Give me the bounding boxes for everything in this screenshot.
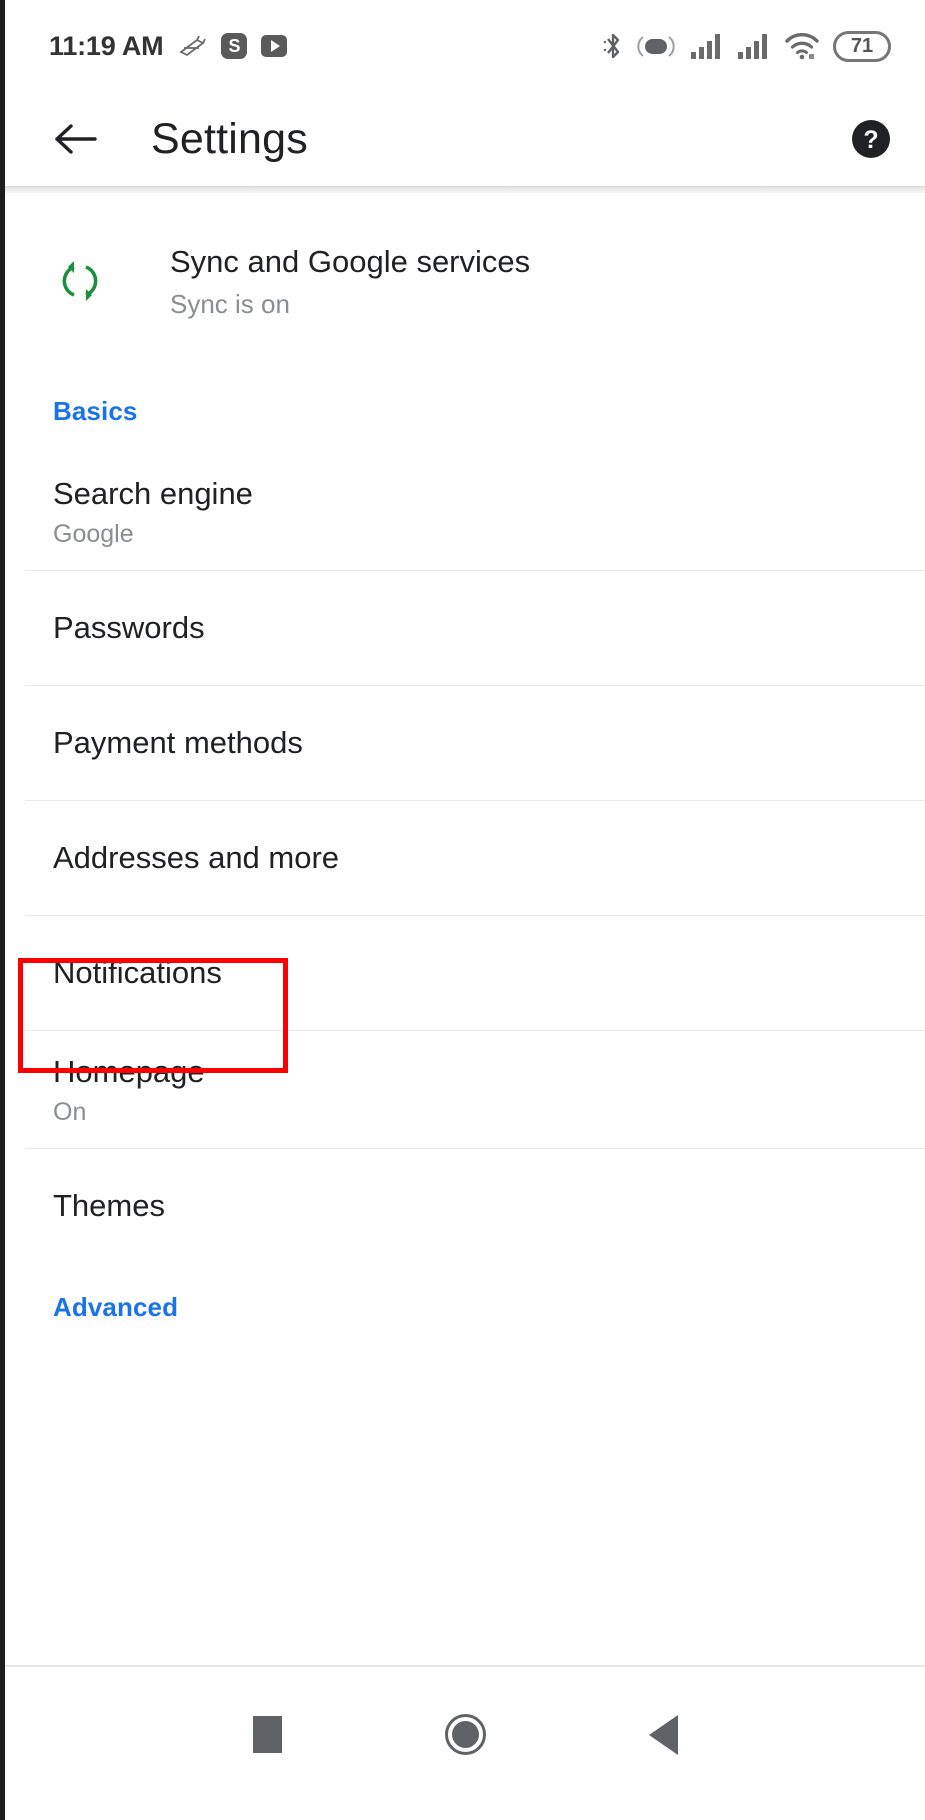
sync-title: Sync and Google services [170,244,531,280]
settings-list: Sync and Google services Sync is on Basi… [5,193,925,1350]
page-title: Settings [151,114,308,163]
arrow-left-icon [55,124,97,154]
home-button-icon[interactable] [444,1714,486,1755]
signal-sim2-icon [738,34,767,59]
android-navigation-bar [5,1665,925,1820]
youtube-icon [261,35,288,57]
vibrate-icon [637,36,675,57]
screenshot-icon [179,35,207,57]
youtube-play-glyph [270,40,280,52]
battery-icon: 71 [833,30,891,62]
item-title: Addresses and more [53,840,340,876]
status-bar-right: 71 [602,30,891,62]
back-button[interactable] [53,116,99,162]
battery-level-label: 71 [850,35,874,57]
svg-text:?: ? [863,126,878,154]
skype-icon: S [221,33,248,59]
status-bar-left: 11:19 AM S [49,30,288,62]
item-subtitle: On [53,1097,87,1126]
settings-item-payment-methods[interactable]: Payment methods [5,686,925,801]
section-header-advanced: Advanced [53,1291,179,1322]
settings-item-addresses-and-more[interactable]: Addresses and more [5,801,925,916]
phone-screen: 11:19 AM S 71 Settings ? Sync and Google… [0,0,925,1820]
sync-subtitle: Sync is on [170,288,290,319]
settings-item-homepage[interactable]: Homepage On [5,1031,925,1149]
item-title: Homepage [53,1054,205,1090]
status-bar: 11:19 AM S 71 [5,0,925,92]
section-header-basics: Basics [53,395,138,426]
signal-sim1-icon [691,34,720,59]
item-title: Payment methods [53,725,303,761]
back-button-icon[interactable] [648,1714,678,1755]
help-icon: ? [852,120,890,158]
settings-item-passwords[interactable]: Passwords [5,571,925,686]
wifi-icon [785,33,819,60]
status-clock: 11:19 AM [49,30,164,61]
item-title: Themes [53,1188,165,1224]
item-title: Passwords [53,610,205,646]
app-bar: Settings ? [5,92,925,186]
recents-button-icon[interactable] [252,1716,282,1753]
sync-icon [53,256,107,306]
settings-item-themes[interactable]: Themes [5,1149,925,1264]
item-title: Notifications [53,955,222,991]
help-button[interactable]: ? [849,117,893,161]
sync-text-block: Sync and Google services Sync is on [170,242,530,320]
item-title: Search engine [53,476,253,512]
home-inner-dot [451,1721,479,1748]
app-bar-shadow [5,186,925,193]
item-subtitle: Google [53,519,134,548]
bluetooth-icon [603,33,620,59]
sync-and-google-services-row[interactable]: Sync and Google services Sync is on [5,193,925,369]
settings-item-notifications[interactable]: Notifications [5,916,925,1031]
settings-item-search-engine[interactable]: Search engine Google [5,453,925,571]
skype-icon-label: S [228,36,241,56]
